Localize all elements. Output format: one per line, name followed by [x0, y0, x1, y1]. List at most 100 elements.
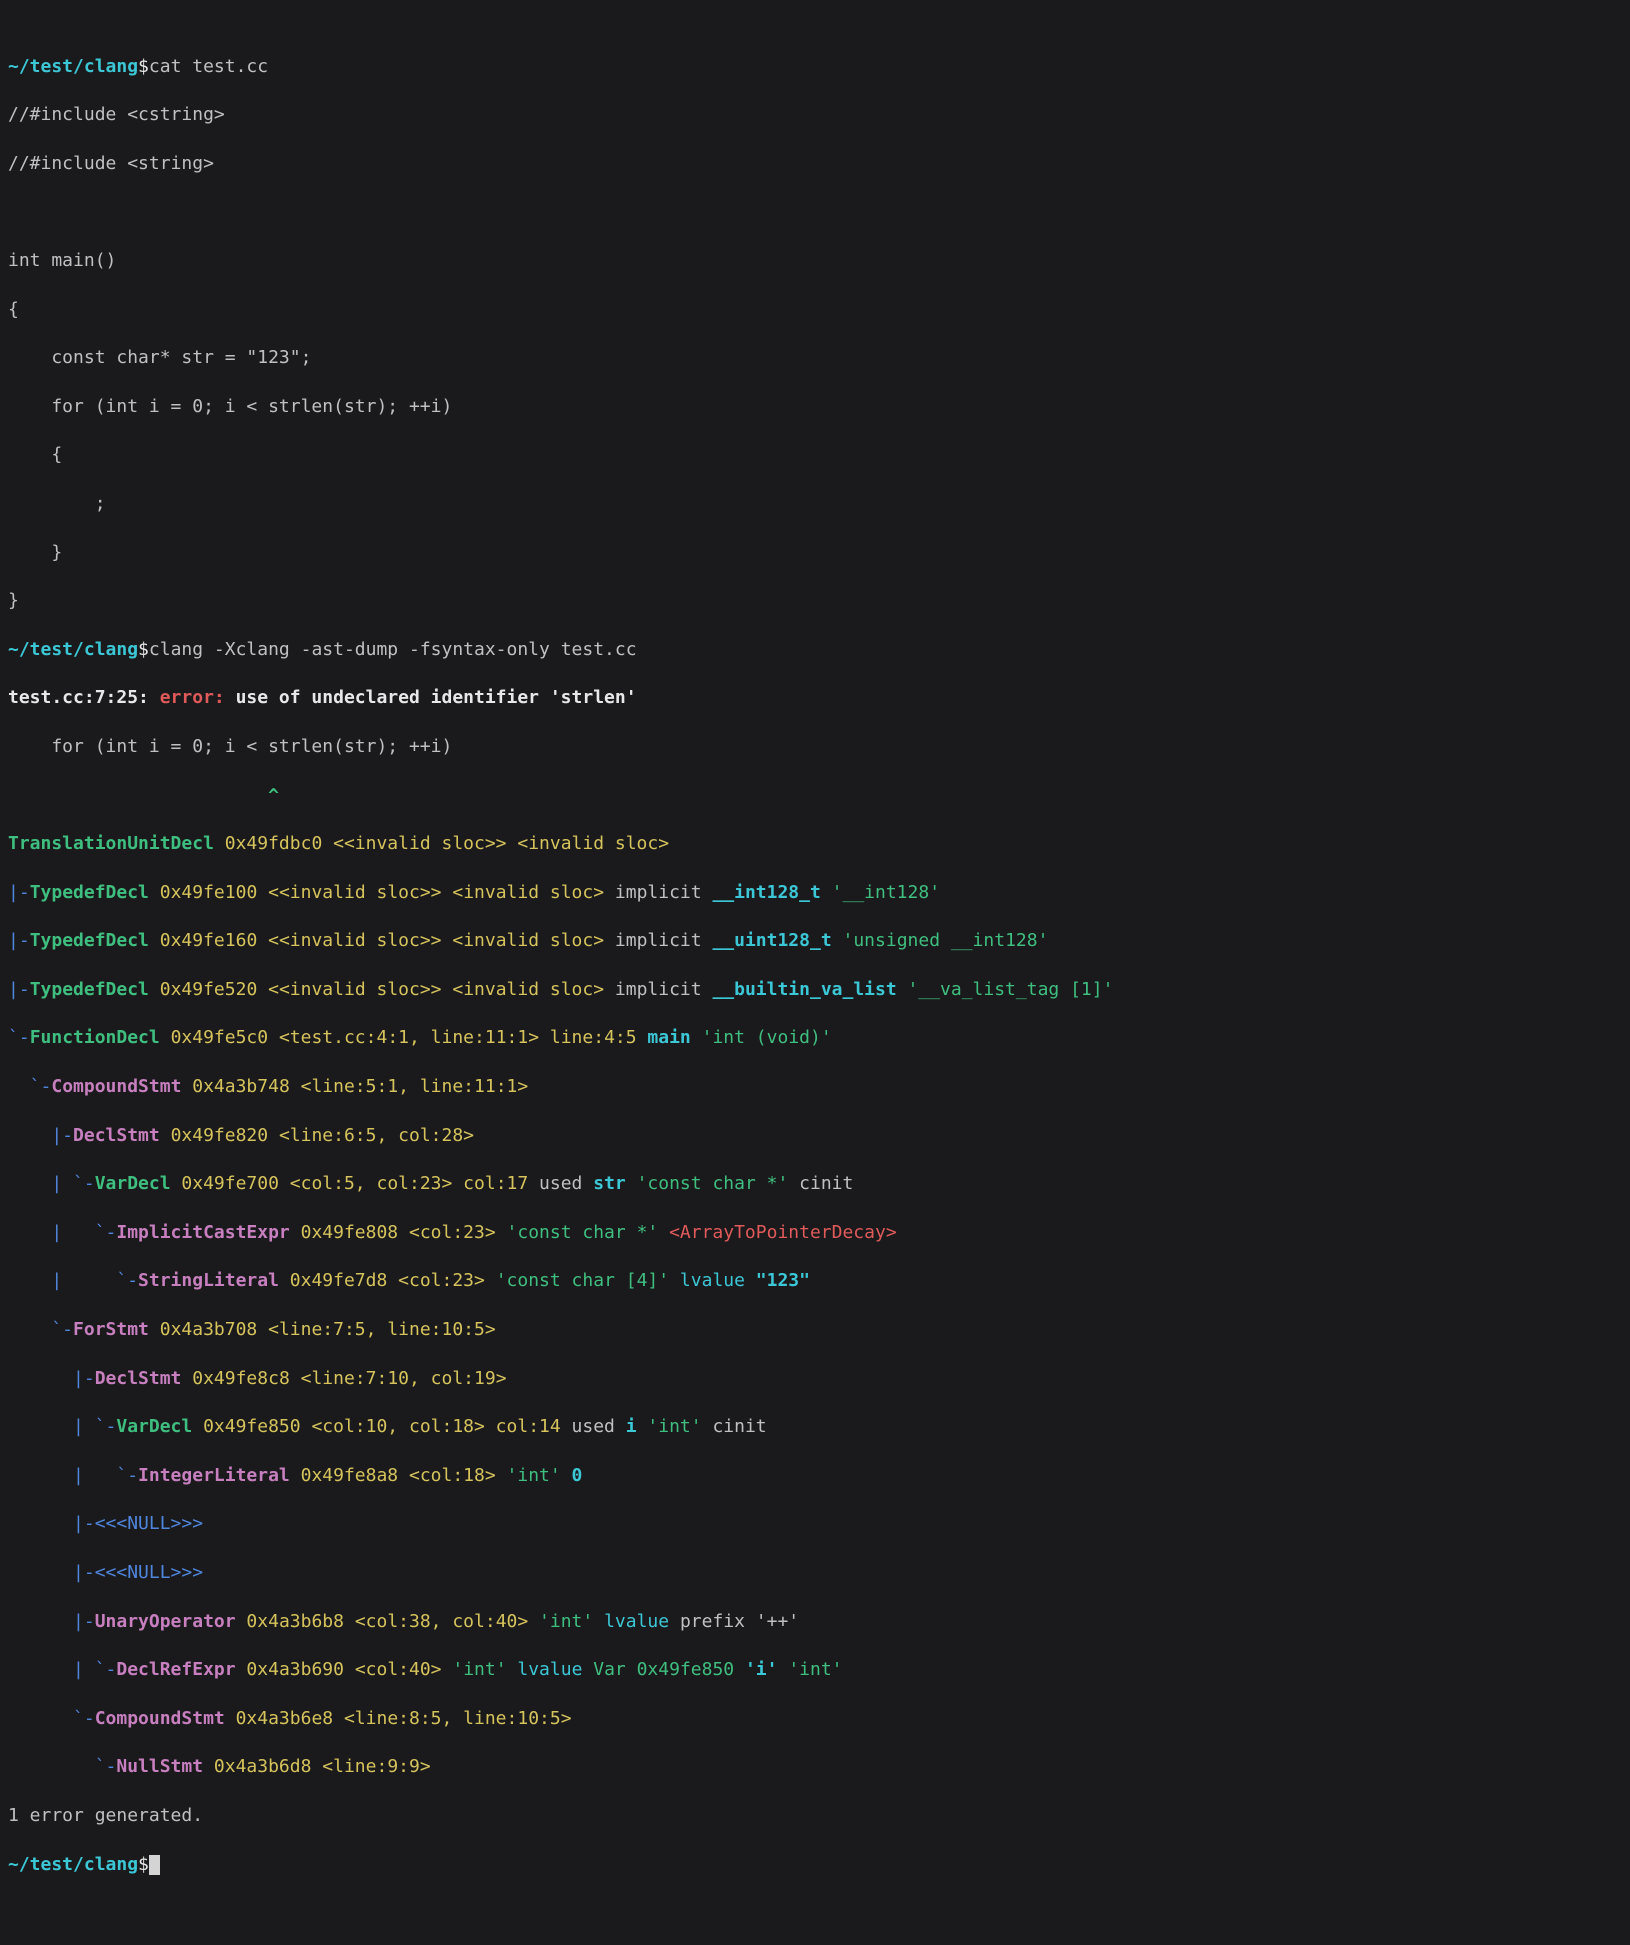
- prompt-line-3[interactable]: ~/test/clang$: [8, 1853, 1622, 1877]
- error-message: use of undeclared identifier 'strlen': [236, 687, 637, 708]
- ast-type: 'int': [442, 1659, 507, 1680]
- ast-typedef: |-TypedefDecl 0x49fe160 <<invalid sloc>>…: [8, 929, 1622, 953]
- ast-tree-pipe: | `-: [8, 1270, 138, 1291]
- ast-kind: Var 0x49fe850: [593, 1659, 745, 1680]
- prompt-path: ~/test/clang: [8, 56, 138, 77]
- ast-tree-pipe: |-: [8, 979, 30, 1000]
- prompt-symbol: $: [138, 639, 149, 660]
- ast-sloc: <col:23>: [398, 1270, 485, 1291]
- ast-addr: 0x4a3b690: [236, 1659, 355, 1680]
- source-line: {: [8, 443, 1622, 467]
- ast-tree-pipe: |-: [8, 1368, 95, 1389]
- ast-addr: 0x49fe520: [149, 979, 268, 1000]
- command-2: clang -Xclang -ast-dump -fsyntax-only te…: [149, 639, 637, 660]
- prompt-symbol: $: [138, 1854, 149, 1875]
- ast-addr: 0x4a3b708: [149, 1319, 268, 1340]
- ast-sloc: <<invalid sloc>> <invalid sloc>: [268, 979, 604, 1000]
- ast-sloc: <col:10, col:18>: [311, 1416, 484, 1437]
- ast-sloc: <line:7:10, col:19>: [301, 1368, 507, 1389]
- ast-sloc: <test.cc:4:1, line:11:1>: [279, 1027, 539, 1048]
- source-line: }: [8, 541, 1622, 565]
- ast-unaryoperator: |-UnaryOperator 0x4a3b6b8 <col:38, col:4…: [8, 1610, 1622, 1634]
- ast-sloc: <col:23>: [409, 1222, 496, 1243]
- ast-compoundstmt: `-CompoundStmt 0x4a3b748 <line:5:1, line…: [8, 1075, 1622, 1099]
- source-line: [8, 200, 1622, 224]
- ast-sloc: <line:8:5, line:10:5>: [344, 1708, 572, 1729]
- ast-sloc: <col:40>: [355, 1659, 442, 1680]
- ast-node-name: VarDecl: [116, 1416, 192, 1437]
- ast-identifier: __int128_t: [712, 882, 820, 903]
- ast-stringliteral: | `-StringLiteral 0x49fe7d8 <col:23> 'co…: [8, 1269, 1622, 1293]
- ast-type: 'const char *': [496, 1222, 669, 1243]
- ast-functiondecl: `-FunctionDecl 0x49fe5c0 <test.cc:4:1, l…: [8, 1026, 1622, 1050]
- ast-node-name: DeclStmt: [95, 1368, 182, 1389]
- ast-castkind: <ArrayToPointerDecay>: [669, 1222, 897, 1243]
- ast-init: cinit: [702, 1416, 767, 1437]
- ast-addr: 0x49fe7d8: [279, 1270, 398, 1291]
- ast-implicit: implicit: [604, 979, 712, 1000]
- ast-node-name: TypedefDecl: [30, 930, 149, 951]
- ast-identifier: __builtin_va_list: [712, 979, 896, 1000]
- ast-tu: TranslationUnitDecl 0x49fdbc0 <<invalid …: [8, 832, 1622, 856]
- ast-declstmt: |-DeclStmt 0x49fe8c8 <line:7:10, col:19>: [8, 1367, 1622, 1391]
- ast-sloc: <line:9:9>: [322, 1756, 430, 1777]
- ast-type: 'const char [4]': [485, 1270, 669, 1291]
- ast-sloc: <<invalid sloc>> <invalid sloc>: [268, 882, 604, 903]
- ast-identifier: main: [647, 1027, 690, 1048]
- ast-addr: 0x4a3b748: [181, 1076, 300, 1097]
- ast-node-name: DeclRefExpr: [116, 1659, 235, 1680]
- ast-type: 'int (void)': [691, 1027, 832, 1048]
- ast-sloc: <line:7:5, line:10:5>: [268, 1319, 496, 1340]
- ast-type: 'int': [777, 1659, 842, 1680]
- error-caret: ^: [8, 784, 1622, 808]
- ast-type: 'int': [637, 1416, 702, 1437]
- error-source: for (int i = 0; i < strlen(str); ++i): [8, 735, 1622, 759]
- ast-identifier: str: [593, 1173, 626, 1194]
- ast-rest: prefix '++': [680, 1611, 799, 1632]
- prompt-symbol: $: [138, 56, 149, 77]
- ast-addr: 0x49fe100: [149, 882, 268, 903]
- ast-tree-pipe: `-: [8, 1319, 73, 1340]
- ast-value: "123": [756, 1270, 810, 1291]
- error-tag: error:: [160, 687, 236, 708]
- ast-tree-pipe: | `-: [8, 1416, 116, 1437]
- ast-sloc: <<invalid sloc>> <invalid sloc>: [268, 930, 604, 951]
- ast-type: '__va_list_tag [1]': [897, 979, 1114, 1000]
- ast-node-name: TypedefDecl: [30, 882, 149, 903]
- source-line: {: [8, 298, 1622, 322]
- ast-addr: 0x4a3b6d8: [203, 1756, 322, 1777]
- ast-node-name: FunctionDecl: [30, 1027, 160, 1048]
- ast-null: |-<<<NULL>>>: [8, 1512, 1622, 1536]
- ast-lvalue: lvalue: [593, 1611, 680, 1632]
- ast-used: used: [539, 1173, 593, 1194]
- ast-node-name: NullStmt: [116, 1756, 203, 1777]
- ast-node-name: DeclStmt: [73, 1125, 160, 1146]
- ast-used: used: [572, 1416, 626, 1437]
- ast-node-name: TranslationUnitDecl: [8, 833, 214, 854]
- ast-addr: 0x49fe160: [149, 930, 268, 951]
- ast-tree-pipe: `-: [8, 1708, 95, 1729]
- error-location: test.cc:7:25:: [8, 687, 160, 708]
- ast-sloc: <line:6:5, col:28>: [279, 1125, 474, 1146]
- command-1: cat test.cc: [149, 56, 268, 77]
- ast-addr: 0x49fe820: [160, 1125, 279, 1146]
- terminal[interactable]: ~/test/clang$cat test.cc //#include <cst…: [0, 0, 1630, 1945]
- ast-tree-pipe: |-: [8, 882, 30, 903]
- ast-tree-pipe: `-: [8, 1027, 30, 1048]
- ast-addr: 0x49fdbc0: [214, 833, 333, 854]
- ast-node-name: StringLiteral: [138, 1270, 279, 1291]
- ast-implicit: implicit: [604, 930, 712, 951]
- ast-identifier: i: [626, 1416, 637, 1437]
- ast-node-name: CompoundStmt: [51, 1076, 181, 1097]
- ast-tree-pipe: | `-: [8, 1173, 95, 1194]
- ast-node-name: CompoundStmt: [95, 1708, 225, 1729]
- ast-sloc: <col:5, col:23>: [290, 1173, 453, 1194]
- ast-pos: col:14: [485, 1416, 572, 1437]
- ast-tree-pipe: |-: [8, 1125, 73, 1146]
- ast-implicitcast: | `-ImplicitCastExpr 0x49fe808 <col:23> …: [8, 1221, 1622, 1245]
- ast-implicit: implicit: [604, 882, 712, 903]
- ast-node-name: UnaryOperator: [95, 1611, 236, 1632]
- ast-tree-pipe: | `-: [8, 1659, 116, 1680]
- ast-typedef: |-TypedefDecl 0x49fe100 <<invalid sloc>>…: [8, 881, 1622, 905]
- ast-addr: 0x4a3b6e8: [225, 1708, 344, 1729]
